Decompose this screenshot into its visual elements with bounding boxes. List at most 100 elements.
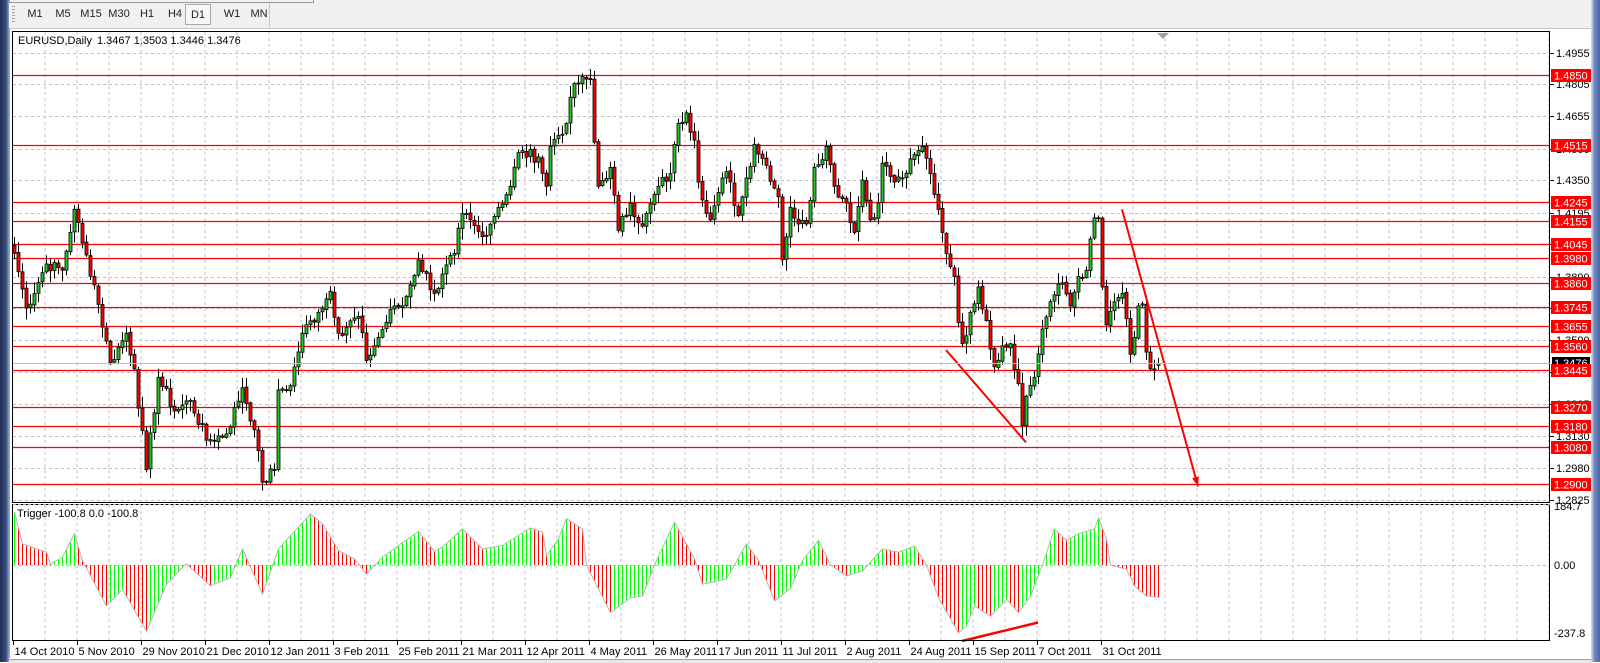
candle bbox=[624, 207, 629, 218]
candle bbox=[1072, 289, 1077, 317]
candle bbox=[56, 259, 61, 275]
candlestick-series bbox=[12, 69, 1161, 491]
bull-candle-body bbox=[1056, 283, 1061, 296]
bull-candle-body bbox=[228, 426, 233, 435]
bull-candle-body bbox=[324, 298, 329, 310]
bull-candle-body bbox=[120, 340, 125, 349]
bull-candle-body bbox=[608, 166, 613, 180]
candle bbox=[932, 163, 937, 199]
bull-candle-body bbox=[784, 236, 789, 260]
bear-candle-body bbox=[704, 200, 709, 214]
trend-drawings[interactable] bbox=[945, 209, 1199, 643]
bull-candle-body bbox=[860, 179, 865, 208]
date-axis-label: 24 Aug 2011 bbox=[911, 646, 972, 658]
bear-candle-body bbox=[588, 78, 593, 80]
candle bbox=[480, 222, 485, 246]
bull-candle-body bbox=[1024, 395, 1029, 427]
bull-candle-body bbox=[1140, 303, 1145, 306]
candle bbox=[792, 199, 797, 227]
bear-candle-body bbox=[432, 289, 437, 294]
bull-candle-body bbox=[500, 203, 505, 208]
chart-shift-marker-icon[interactable] bbox=[1157, 33, 1169, 39]
bull-candle-body bbox=[148, 432, 153, 470]
candle bbox=[252, 419, 257, 438]
bull-candle-body bbox=[1044, 316, 1049, 329]
candle bbox=[608, 161, 613, 190]
candle bbox=[928, 149, 933, 185]
vertical-scrollbar[interactable] bbox=[1591, 0, 1600, 662]
bull-candle-body bbox=[292, 366, 297, 387]
bear-candle-body bbox=[940, 208, 945, 233]
bear-candle-body bbox=[532, 148, 537, 163]
bear-candle-body bbox=[992, 348, 997, 368]
candle bbox=[860, 170, 865, 213]
bear-candle-body bbox=[76, 208, 81, 224]
bull-candle-body bbox=[660, 177, 665, 187]
bull-candle-body bbox=[348, 320, 353, 328]
price-chart[interactable]: 1.49551.48051.46551.45001.43501.41951.40… bbox=[0, 0, 1591, 659]
candle bbox=[1152, 359, 1157, 381]
bull-candle-body bbox=[528, 149, 533, 157]
bull-candle-body bbox=[916, 150, 921, 157]
bear-candle-body bbox=[1104, 285, 1109, 326]
bull-candle-body bbox=[1060, 282, 1065, 285]
bear-candle-body bbox=[196, 413, 201, 425]
candle bbox=[412, 274, 417, 290]
candle bbox=[20, 263, 25, 299]
bull-candle-body bbox=[656, 185, 661, 195]
bear-candle-body bbox=[396, 304, 401, 307]
date-axis-label: 11 Jul 2011 bbox=[783, 646, 838, 658]
candle bbox=[124, 325, 129, 352]
bear-candle-body bbox=[132, 354, 137, 370]
bull-candle-body bbox=[412, 274, 417, 287]
bull-candle-body bbox=[1036, 353, 1041, 377]
bear-candle-body bbox=[1016, 369, 1021, 384]
bear-candle-body bbox=[80, 222, 85, 244]
bear-candle-body bbox=[764, 157, 769, 166]
candle bbox=[1148, 345, 1153, 372]
candle bbox=[544, 169, 549, 196]
bear-candle-body bbox=[584, 77, 589, 80]
candle bbox=[172, 399, 177, 419]
candle bbox=[692, 122, 697, 149]
bear-candle-body bbox=[932, 173, 937, 195]
bear-candle-body bbox=[640, 223, 645, 227]
candle bbox=[664, 173, 669, 193]
bear-candle-body bbox=[892, 174, 897, 183]
candle bbox=[804, 216, 809, 227]
bull-candle-body bbox=[436, 287, 441, 294]
bear-candle-body bbox=[24, 287, 29, 309]
bull-candle-body bbox=[372, 345, 377, 356]
bear-candle-body bbox=[420, 259, 425, 272]
candle bbox=[324, 293, 329, 319]
candle bbox=[276, 378, 281, 472]
candle bbox=[424, 270, 429, 281]
bull-candle-body bbox=[900, 177, 905, 180]
bull-candle-body bbox=[904, 172, 909, 179]
date-axis-label: 7 Oct 2011 bbox=[1039, 646, 1092, 658]
bear-candle-body bbox=[1128, 318, 1133, 355]
candle bbox=[360, 305, 365, 339]
candle bbox=[764, 151, 769, 169]
bull-candle-body bbox=[748, 166, 753, 180]
bull-candle-body bbox=[508, 185, 513, 196]
level-price-label: 1.2900 bbox=[1554, 480, 1588, 492]
bull-candle-body bbox=[440, 273, 445, 290]
candle bbox=[528, 144, 533, 163]
bull-candle-body bbox=[716, 192, 721, 206]
bull-candle-body bbox=[392, 305, 397, 310]
bull-candle-body bbox=[1028, 385, 1033, 396]
candle bbox=[504, 192, 509, 208]
bull-candle-body bbox=[556, 135, 561, 140]
bull-candle-body bbox=[680, 121, 685, 125]
bull-candle-body bbox=[720, 177, 725, 194]
bull-candle-body bbox=[624, 214, 629, 218]
bull-candle-body bbox=[876, 202, 881, 219]
candle bbox=[1048, 299, 1053, 322]
candle bbox=[580, 73, 585, 94]
bear-candle-body bbox=[696, 140, 701, 183]
price-axis-label: 1.4955 bbox=[1556, 48, 1590, 60]
bull-candle-body bbox=[384, 322, 389, 329]
bear-candle-body bbox=[252, 420, 257, 431]
candle bbox=[132, 349, 137, 371]
